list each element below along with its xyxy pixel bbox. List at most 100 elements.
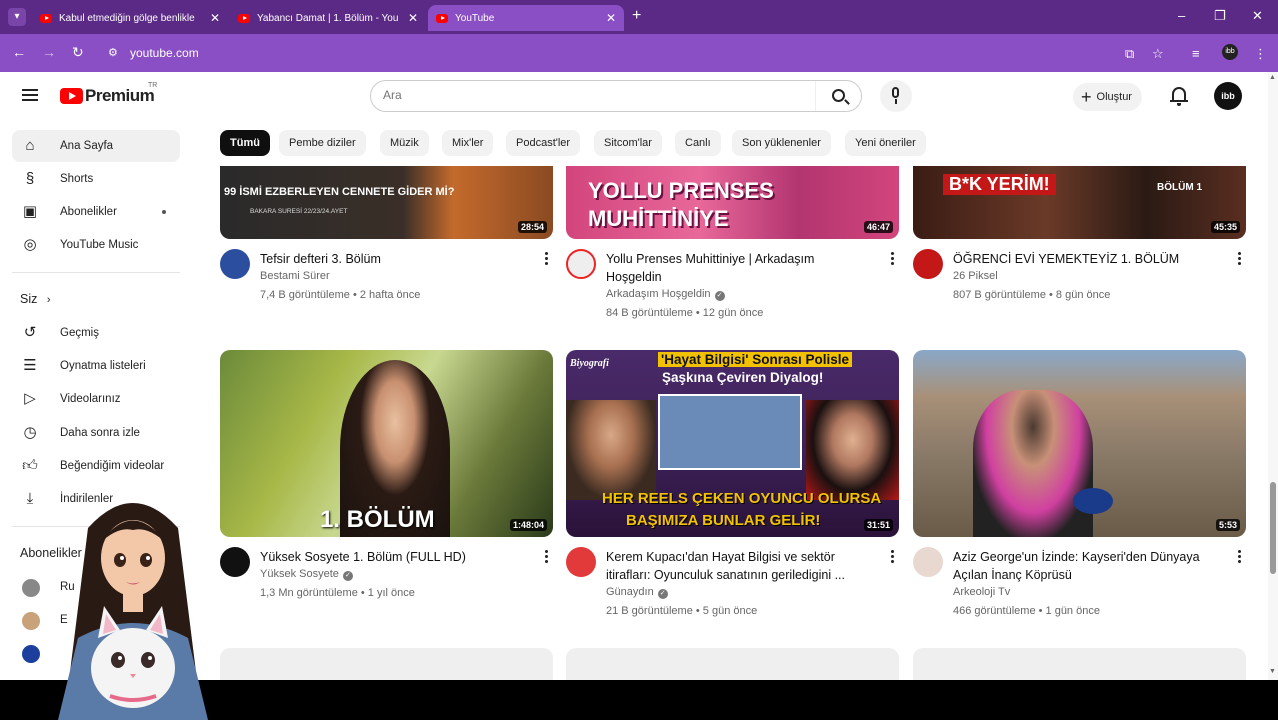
streamer-avatar-overlay: [58, 503, 208, 720]
chip-mixler[interactable]: Mix'ler: [442, 130, 494, 156]
subscription-avatar: [22, 645, 40, 663]
channel-avatar[interactable]: [220, 249, 250, 279]
bookmark-star-icon[interactable]: ☆: [1152, 46, 1164, 62]
sidebar-you-heading[interactable]: Siz ›: [20, 292, 51, 306]
close-tab-icon[interactable]: ✕: [408, 11, 418, 25]
browser-tab-2[interactable]: Yabancı Damat | 1. Bölüm - You ✕: [230, 5, 426, 31]
sidebar-item-shorts[interactable]: § Shorts: [12, 163, 180, 195]
sidebar-item-liked-videos[interactable]: 👍︎ Beğendiğim videolar: [12, 450, 180, 482]
chip-all[interactable]: Tümü: [220, 130, 270, 156]
browser-tab-1[interactable]: Kabul etmediğin gölge benlikle ✕: [32, 5, 228, 31]
sidebar-item-watch-later[interactable]: ◷ Daha sonra izle: [12, 417, 180, 449]
close-tab-icon[interactable]: ✕: [606, 11, 616, 25]
chip-sitcomlar[interactable]: Sitcom'lar: [594, 130, 662, 156]
video-title[interactable]: Tefsir defteri 3. Bölüm: [260, 250, 525, 268]
playlists-icon: ☰: [23, 357, 37, 374]
sidebar-item-history[interactable]: ↺ Geçmiş: [12, 317, 180, 349]
video-thumbnail[interactable]: YOLLU PRENSES MUHİTTİNİYE 46:47: [566, 166, 899, 239]
video-thumbnail[interactable]: 1. BÖLÜM 1:48:04: [220, 350, 553, 537]
close-window-icon[interactable]: ✕: [1252, 8, 1263, 24]
sidebar-item-home[interactable]: ⌂ Ana Sayfa: [12, 130, 180, 162]
browser-tab-3-active[interactable]: YouTube ✕: [428, 5, 624, 31]
sidebar-item-youtube-music[interactable]: ◎ YouTube Music: [12, 229, 180, 261]
search-input[interactable]: [383, 88, 803, 102]
video-thumbnail[interactable]: B*K YERİM! BÖLÜM 1 45:35: [913, 166, 1246, 239]
guide-menu-icon[interactable]: [22, 89, 38, 101]
channel-name[interactable]: Bestami Sürer: [260, 270, 330, 282]
verified-badge-icon: ✓: [342, 571, 353, 581]
voice-search-button[interactable]: [880, 80, 912, 112]
chip-canli[interactable]: Canlı: [675, 130, 721, 156]
sidebar-item-your-videos[interactable]: ▷ Videolarınız: [12, 383, 180, 415]
channel-name[interactable]: 26 Piksel: [953, 270, 998, 282]
video-title[interactable]: Kerem Kupacı'dan Hayat Bilgisi ve sektör…: [606, 548, 871, 584]
page-scrollbar[interactable]: ▲ ▼: [1268, 72, 1278, 680]
more-actions-icon[interactable]: [1238, 252, 1242, 266]
liked-videos-icon: 👍︎: [22, 457, 38, 474]
video-duration: 46:47: [863, 221, 893, 233]
browser-menu-icon[interactable]: ⋮: [1254, 46, 1267, 62]
youtube-premium-logo[interactable]: Premium TR: [60, 82, 157, 106]
video-card[interactable]: B*K YERİM! BÖLÜM 1 45:35 ÖĞRENCİ EVİ YEM…: [913, 166, 1246, 319]
new-tab-icon[interactable]: +: [632, 7, 641, 25]
profile-icon[interactable]: ibb: [1222, 44, 1238, 60]
scroll-down-icon[interactable]: ▼: [1269, 668, 1276, 675]
video-meta: ÖĞRENCİ EVİ YEMEKTEYİZ 1. BÖLÜM 26 Pikse…: [913, 239, 1246, 319]
video-title[interactable]: Aziz George'un İzinde: Kayseri'den Dünya…: [953, 548, 1218, 584]
more-actions-icon[interactable]: [1238, 550, 1242, 564]
site-info-icon[interactable]: ⚙: [108, 46, 118, 59]
video-duration: 28:54: [517, 221, 547, 233]
video-title[interactable]: Yüksek Sosyete 1. Bölüm (FULL HD): [260, 548, 525, 566]
video-thumbnail[interactable]: 99 İSMİ EZBERLEYEN CENNETE GİDER Mİ? BAK…: [220, 166, 553, 239]
scroll-up-icon[interactable]: ▲: [1269, 74, 1276, 81]
sidebar-item-subscriptions[interactable]: ▣ Abonelikler: [12, 196, 180, 228]
account-avatar[interactable]: ibb: [1214, 82, 1242, 110]
channel-avatar[interactable]: [913, 547, 943, 577]
video-card[interactable]: Biyografi 'Hayat Bilgisi' Sonrası Polisl…: [566, 350, 899, 617]
more-actions-icon[interactable]: [545, 252, 549, 266]
chip-muzik[interactable]: Müzik: [380, 130, 429, 156]
chip-podcastler[interactable]: Podcast'ler: [506, 130, 581, 156]
install-app-icon[interactable]: ⧉: [1125, 46, 1134, 62]
channel-avatar[interactable]: [566, 249, 596, 279]
tab-search-button[interactable]: ▾: [8, 8, 26, 26]
video-card[interactable]: 99 İSMİ EZBERLEYEN CENNETE GİDER Mİ? BAK…: [220, 166, 553, 319]
channel-name[interactable]: Arkeoloji Tv: [953, 586, 1010, 598]
reload-icon[interactable]: ↻: [72, 44, 84, 61]
sidebar-item-playlists[interactable]: ☰ Oynatma listeleri: [12, 350, 180, 382]
create-button[interactable]: + Oluştur: [1073, 83, 1142, 111]
more-actions-icon[interactable]: [891, 550, 895, 564]
forward-icon[interactable]: →: [42, 44, 56, 60]
video-card[interactable]: 5:53 Aziz George'un İzinde: Kayseri'den …: [913, 350, 1246, 617]
search-button[interactable]: [815, 81, 861, 111]
maximize-icon[interactable]: ❐: [1214, 8, 1226, 24]
video-card[interactable]: 1. BÖLÜM 1:48:04 Yüksek Sosyete 1. Bölüm…: [220, 350, 553, 617]
channel-avatar[interactable]: [913, 249, 943, 279]
video-stats: 21 B görüntüleme • 5 gün önce: [606, 605, 758, 617]
channel-avatar[interactable]: [566, 547, 596, 577]
thumbnail-subcaption: Şaşkına Çeviren Diyalog!: [662, 370, 824, 385]
channel-avatar[interactable]: [220, 547, 250, 577]
video-card[interactable]: YOLLU PRENSES MUHİTTİNİYE 46:47 Yollu Pr…: [566, 166, 899, 319]
channel-name[interactable]: Arkadaşım Hoşgeldin ✓: [606, 288, 725, 301]
channel-name[interactable]: Yüksek Sosyete ✓: [260, 568, 353, 581]
video-title[interactable]: ÖĞRENCİ EVİ YEMEKTEYİZ 1. BÖLÜM: [953, 250, 1218, 268]
video-title[interactable]: Yollu Prenses Muhittiniye | Arkadaşım Ho…: [606, 250, 871, 286]
back-icon[interactable]: ←: [12, 44, 26, 60]
omnibox[interactable]: ⚙ youtube.com: [100, 39, 1180, 67]
chip-pembe-diziler[interactable]: Pembe diziler: [279, 130, 366, 156]
notifications-bell-icon[interactable]: [1170, 86, 1188, 106]
close-tab-icon[interactable]: ✕: [210, 11, 220, 25]
video-thumbnail[interactable]: Biyografi 'Hayat Bilgisi' Sonrası Polisl…: [566, 350, 899, 537]
minimize-icon[interactable]: –: [1178, 8, 1185, 23]
more-actions-icon[interactable]: [545, 550, 549, 564]
url-text[interactable]: youtube.com: [130, 46, 199, 60]
chip-son-yuklenenler[interactable]: Son yüklenenler: [732, 130, 831, 156]
scrollbar-thumb[interactable]: [1270, 482, 1276, 574]
chevron-right-icon: ›: [46, 294, 51, 306]
video-thumbnail[interactable]: 5:53: [913, 350, 1246, 537]
channel-name[interactable]: Günaydın ✓: [606, 586, 668, 599]
reading-list-icon[interactable]: ≡: [1192, 46, 1200, 61]
more-actions-icon[interactable]: [891, 252, 895, 266]
chip-yeni-oneriler[interactable]: Yeni öneriler: [845, 130, 926, 156]
